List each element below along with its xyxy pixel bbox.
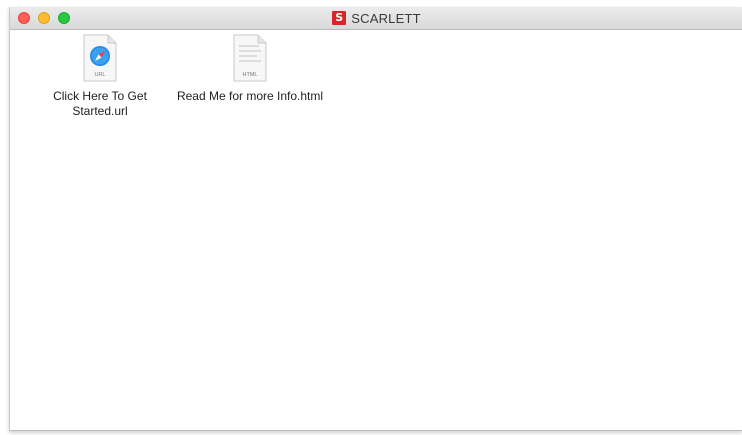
safari-url-file-icon: URL bbox=[83, 34, 117, 82]
title-bar[interactable]: S SCARLETT bbox=[10, 7, 742, 30]
html-badge: HTML bbox=[243, 72, 258, 78]
url-badge: URL bbox=[94, 72, 105, 78]
file-item-html[interactable]: HTML Read Me for more Info.html bbox=[160, 34, 340, 104]
file-label: Read Me for more Info.html bbox=[176, 89, 324, 103]
finder-window: S SCARLETT URL Click Here To Get Started… bbox=[9, 7, 742, 431]
window-title-text: SCARLETT bbox=[351, 10, 421, 26]
file-label-line2: Started.url bbox=[72, 104, 128, 118]
window-title: S SCARLETT bbox=[10, 7, 742, 29]
scarlett-logo-icon: S bbox=[332, 11, 347, 25]
html-file-icon: HTML bbox=[233, 34, 267, 82]
file-area[interactable]: URL Click Here To Get Started.url HTML R… bbox=[10, 30, 742, 430]
